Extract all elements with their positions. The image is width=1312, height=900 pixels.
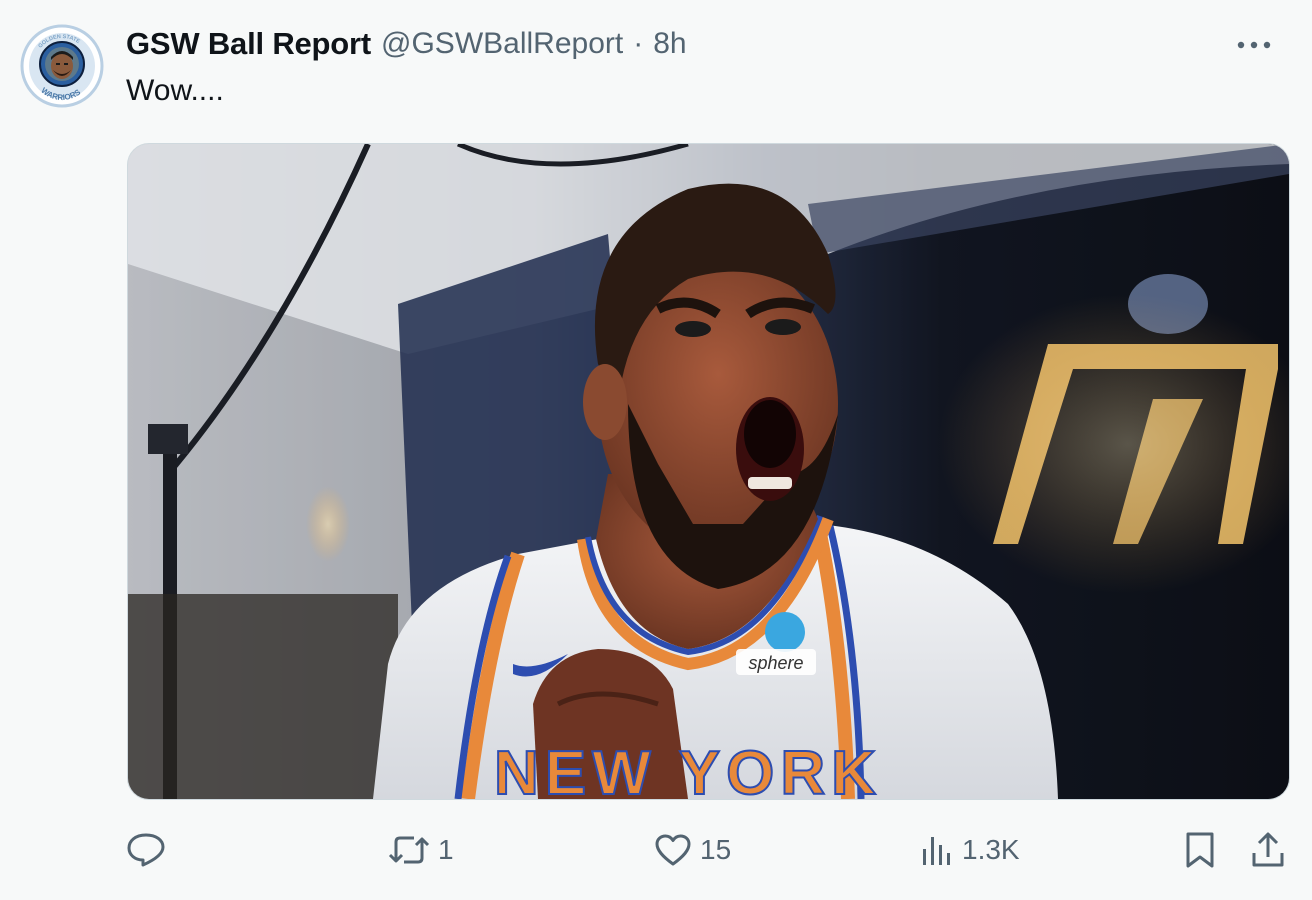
jersey-sponsor-text: sphere [748, 653, 803, 673]
player-photo: sphere NEW YORK [128, 144, 1289, 799]
jersey-lettering: NEW YORK [494, 739, 882, 799]
more-horizontal-icon [1237, 36, 1271, 54]
like-count: 15 [700, 834, 732, 865]
display-name[interactable]: GSW Ball Report [126, 26, 371, 62]
reply-icon [126, 832, 166, 868]
like-button[interactable]: 15 [654, 828, 731, 872]
views-button[interactable]: 1.3K [920, 828, 1020, 872]
share-icon [1250, 831, 1286, 869]
retweet-icon [388, 833, 430, 867]
separator-dot: · [633, 27, 644, 60]
retweet-count: 1 [438, 834, 454, 865]
bookmark-icon [1184, 831, 1216, 869]
tweet-card[interactable]: GOLDEN STATE WARRIORS GSW Ball Report @G… [0, 0, 1312, 900]
tweet-text: Wow.... [126, 74, 224, 107]
timestamp[interactable]: 8h [653, 27, 686, 61]
more-button[interactable] [1234, 30, 1274, 60]
reply-button[interactable] [126, 828, 174, 872]
avatar-image: GOLDEN STATE WARRIORS [20, 24, 104, 108]
user-handle[interactable]: @GSWBallReport [381, 27, 623, 61]
views-icon [920, 833, 954, 867]
bookmark-button[interactable] [1184, 828, 1216, 872]
tweet-header: GSW Ball Report @GSWBallReport · 8h [126, 24, 687, 64]
retweet-button[interactable]: 1 [388, 828, 454, 872]
share-button[interactable] [1250, 828, 1286, 872]
tweet-media-photo[interactable]: sphere NEW YORK [127, 143, 1290, 800]
views-count: 1.3K [962, 834, 1020, 865]
heart-icon [654, 833, 692, 867]
avatar[interactable]: GOLDEN STATE WARRIORS [20, 24, 104, 108]
